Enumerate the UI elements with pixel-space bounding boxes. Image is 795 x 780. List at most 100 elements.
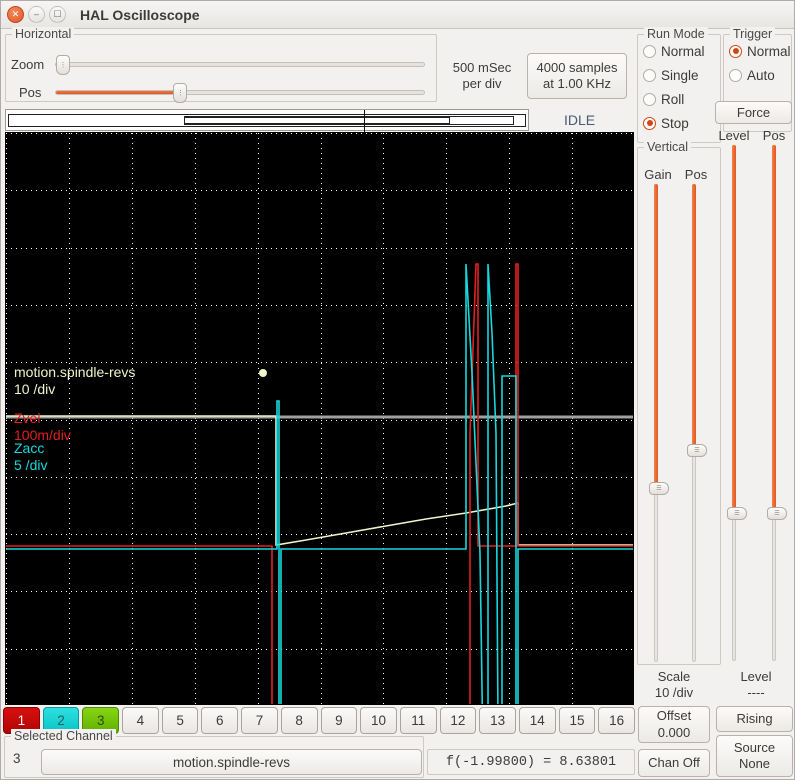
time-per-div-readout: 500 mSec per div	[442, 53, 522, 99]
run-mode-panel: Run Mode Normal Single Roll Stop	[637, 27, 721, 143]
hal-oscilloscope-window: ✕ – ☐ HAL Oscilloscope Horizontal Zoom ⋮…	[0, 0, 795, 780]
trigger-pos-fill	[772, 145, 776, 514]
selected-channel-number: 3	[13, 751, 21, 766]
channel-button-5[interactable]: 5	[161, 707, 199, 734]
vertical-gain-caption: Gain	[644, 167, 672, 182]
horizontal-pos-slider-fill	[56, 91, 181, 94]
chan-off-button[interactable]: Chan Off	[638, 749, 710, 777]
vertical-pos-handle[interactable]: ☰	[687, 444, 707, 458]
minimize-icon[interactable]: –	[28, 6, 45, 23]
channel-button-8[interactable]: 8	[280, 707, 318, 734]
trigger-options: Normal Auto	[724, 35, 791, 87]
run-mode-option-label: Roll	[661, 91, 685, 107]
radio-icon[interactable]	[729, 68, 742, 82]
channel-button-12[interactable]: 12	[439, 707, 477, 734]
samples-button[interactable]: 4000 samples at 1.00 KHz	[527, 53, 627, 99]
range-cursor[interactable]	[364, 110, 365, 132]
radio-icon[interactable]	[643, 92, 656, 106]
trigger-level-handle[interactable]: ☰	[727, 507, 747, 521]
run-mode-option-stop[interactable]: Stop	[638, 111, 720, 135]
channel-button-13[interactable]: 13	[479, 707, 516, 734]
vertical-pos-fill	[692, 184, 696, 451]
trigger-level-readout: Level ----	[719, 667, 793, 703]
trigger-pos-slider[interactable]: ☰	[767, 145, 787, 661]
scope-canvas: motion.spindle-revs10 /divZvel100m/divZa…	[6, 133, 633, 704]
offset-button[interactable]: Offset 0.000	[638, 706, 710, 743]
radio-icon[interactable]	[729, 44, 742, 58]
scope-background	[6, 133, 633, 704]
zoom-label: Zoom	[11, 57, 45, 72]
radio-icon[interactable]	[643, 44, 656, 58]
force-trigger-button[interactable]: Force	[715, 101, 792, 124]
run-mode-options: Normal Single Roll Stop	[638, 35, 720, 135]
vertical-legend: Vertical	[644, 140, 691, 154]
zoom-slider-handle[interactable]: ⋮	[56, 55, 70, 75]
run-mode-option-single[interactable]: Single	[638, 63, 720, 87]
trigger-level-fill	[732, 145, 736, 514]
channel-button-4[interactable]: 4	[122, 707, 159, 734]
channel-button-16[interactable]: 16	[598, 707, 635, 734]
maximize-icon[interactable]: ☐	[49, 6, 66, 23]
trace-label-Zacc-name: Zacc	[14, 440, 44, 456]
selected-channel-name-button[interactable]: motion.spindle-revs	[41, 749, 422, 775]
trigger-level-value: ----	[747, 685, 765, 700]
scale-value: 10 /div	[654, 685, 694, 700]
trigger-source-button[interactable]: Source None	[716, 735, 793, 777]
run-mode-option-normal[interactable]: Normal	[638, 39, 720, 63]
trigger-pos-handle[interactable]: ☰	[767, 507, 787, 521]
trace-label-Zacc-scale: 5 /div	[14, 457, 47, 473]
zoom-slider[interactable]: ⋮	[55, 55, 425, 75]
sample-range-bar[interactable]	[5, 109, 529, 132]
channel-button-10[interactable]: 10	[360, 707, 397, 734]
pos-label: Pos	[19, 85, 42, 100]
vertical-pos-caption: Pos	[684, 167, 708, 182]
trigger-edge-button[interactable]: Rising	[716, 706, 793, 732]
offset-title: Offset	[656, 708, 692, 724]
samples-count: 4000 samples	[536, 60, 618, 76]
offset-value: 0.000	[657, 724, 691, 740]
run-mode-option-label: Normal	[661, 43, 705, 59]
cursor-marker[interactable]	[259, 369, 267, 377]
cursor-value-readout: f(-1.99800) = 8.63801	[427, 749, 635, 775]
channel-button-15[interactable]: 15	[558, 707, 596, 734]
trace-label-Zvel-name: Zvel	[14, 410, 40, 426]
samples-rate: at 1.00 KHz	[543, 76, 611, 91]
run-mode-legend: Run Mode	[644, 27, 708, 41]
pos-slider-row: Pos ⋮	[11, 83, 425, 103]
trigger-source-value: None	[738, 756, 771, 771]
run-mode-option-label: Stop	[661, 115, 689, 131]
radio-icon[interactable]	[643, 116, 656, 130]
scope-display[interactable]: motion.spindle-revs 10 /div Zvel 100m/div Za…	[5, 132, 634, 705]
channel-button-14[interactable]: 14	[518, 707, 556, 734]
horizontal-pos-slider[interactable]: ⋮	[55, 83, 425, 103]
trigger-option-normal[interactable]: Normal	[724, 39, 791, 63]
scale-title: Scale	[657, 668, 691, 684]
horizontal-legend: Horizontal	[12, 27, 75, 41]
vertical-gain-slider[interactable]: ☰	[649, 184, 669, 662]
radio-icon[interactable]	[643, 68, 656, 82]
window-title: HAL Oscilloscope	[80, 6, 200, 23]
trace-label-motion.spindle-revs-scale: 10 /div	[14, 381, 55, 397]
trigger-legend: Trigger	[730, 27, 776, 41]
vertical-pos-slider[interactable]: ☰	[687, 184, 707, 662]
close-icon[interactable]: ✕	[7, 6, 24, 23]
channel-button-9[interactable]: 9	[320, 707, 358, 734]
trigger-option-auto[interactable]: Auto	[724, 63, 791, 87]
trigger-level-title: Level	[740, 668, 772, 684]
vertical-scale-readout: Scale 10 /div	[638, 667, 710, 703]
trigger-option-label: Auto	[747, 67, 775, 83]
trigger-source-title: Source	[733, 739, 776, 755]
trigger-level-caption: Level	[718, 128, 750, 143]
vertical-gain-handle[interactable]: ☰	[649, 481, 669, 495]
trigger-level-slider[interactable]: ☰	[727, 145, 747, 661]
zoom-slider-row: Zoom ⋮	[11, 55, 425, 75]
run-mode-option-roll[interactable]: Roll	[638, 87, 720, 111]
time-per-div-value: 500 mSec	[452, 60, 512, 76]
trigger-option-label: Normal	[747, 43, 791, 59]
channel-button-6[interactable]: 6	[201, 707, 239, 734]
trigger-pos-caption: Pos	[762, 128, 786, 143]
horizontal-pos-slider-handle[interactable]: ⋮	[173, 83, 188, 103]
channel-button-7[interactable]: 7	[241, 707, 278, 734]
channel-button-11[interactable]: 11	[399, 707, 437, 734]
range-inner	[184, 117, 450, 124]
